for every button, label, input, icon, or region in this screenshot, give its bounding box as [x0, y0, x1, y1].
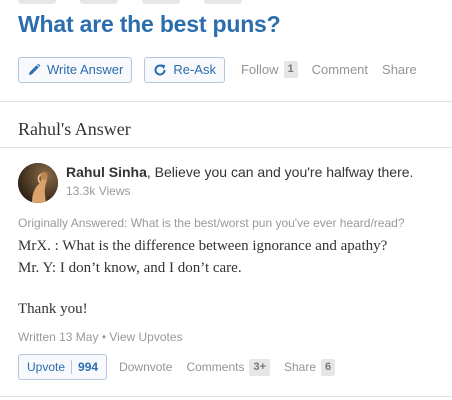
downvote-button[interactable]: Downvote [119, 360, 172, 374]
answer-body-line: Mr. Y: I don’t know, and I don’t care. [18, 260, 242, 276]
answer-share-button[interactable]: Share 6 [284, 358, 336, 376]
avatar-image [18, 163, 58, 203]
upvote-button[interactable]: Upvote 994 [18, 354, 108, 380]
follow-count: 1 [283, 61, 298, 78]
upvote-separator [71, 360, 73, 374]
bottom-divider [0, 396, 452, 397]
pencil-icon [29, 63, 41, 75]
re-ask-label: Re-Ask [173, 62, 216, 77]
answer-body-line: MrX. : What is the difference between ig… [18, 238, 388, 254]
comment-label: Comment [311, 62, 369, 77]
originally-answered-link[interactable]: Originally Answered: What is the best/wo… [18, 216, 405, 230]
view-upvotes-link[interactable]: View Upvotes [109, 330, 182, 344]
author-tagline: , Believe you can and you're halfway the… [146, 164, 414, 180]
author-name[interactable]: Rahul Sinha [66, 164, 147, 180]
downvote-label: Downvote [119, 360, 173, 374]
section-divider [0, 101, 452, 102]
answer-action-bar: Upvote 994 Downvote Comments 3+ Share 6 [18, 354, 336, 380]
follow-label: Follow [240, 62, 279, 77]
written-date-link[interactable]: Written 13 May [18, 330, 98, 344]
comments-button[interactable]: Comments 3+ [186, 358, 270, 376]
upvote-count: 994 [78, 360, 99, 374]
follow-button[interactable]: Follow 1 [241, 61, 298, 78]
question-action-bar: Write Answer Re-Ask Follow 1 Comment Sha… [18, 56, 417, 83]
comment-button[interactable]: Comment [312, 62, 368, 77]
share-count: 6 [321, 358, 336, 376]
upvote-label: Upvote [27, 360, 66, 374]
answer-heading-divider [0, 147, 452, 148]
answer-body-line: Thank you! [18, 301, 88, 317]
question-title[interactable]: What are the best puns? [18, 11, 281, 38]
share-button[interactable]: Share [382, 62, 417, 77]
previous-content-strip [18, 0, 452, 6]
re-ask-button[interactable]: Re-Ask [144, 56, 225, 83]
share-label: Share [382, 62, 417, 77]
comments-label: Comments [186, 360, 245, 374]
answer-views: 13.3k Views [66, 184, 131, 198]
answer-share-label: Share [284, 360, 317, 374]
answer-meta: Written 13 May • View Upvotes [18, 330, 183, 344]
comments-count: 3+ [249, 358, 270, 376]
answer-heading: Rahul's Answer [18, 119, 131, 139]
refresh-icon [154, 63, 166, 76]
meta-separator: • [98, 330, 110, 344]
author-line: Rahul Sinha, Believe you can and you're … [66, 164, 413, 180]
avatar[interactable] [18, 163, 58, 203]
write-answer-button[interactable]: Write Answer [18, 56, 133, 83]
write-answer-label: Write Answer [47, 62, 124, 77]
